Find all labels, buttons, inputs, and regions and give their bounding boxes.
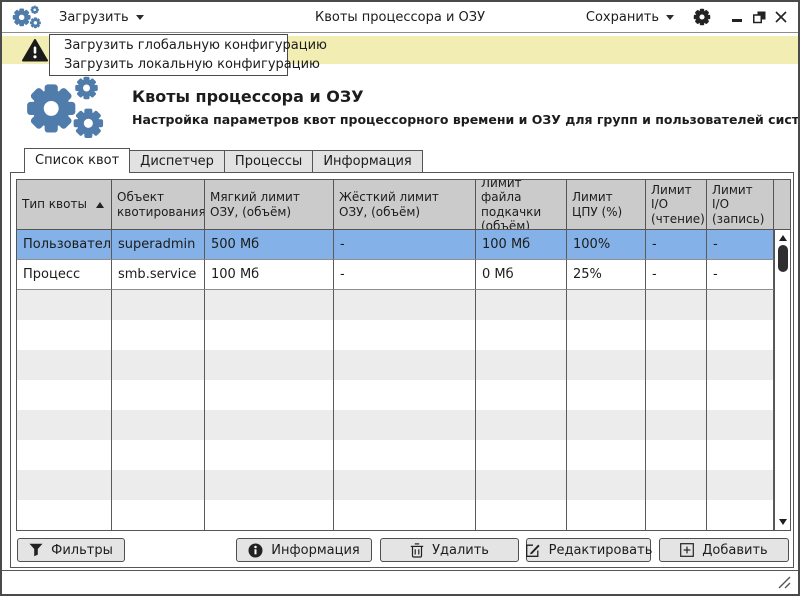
filters-button[interactable]: Фильтры — [17, 538, 125, 562]
trash-icon — [410, 542, 424, 558]
add-button[interactable]: Добавить — [659, 538, 789, 562]
cell-swap: 100 Мб — [476, 230, 567, 260]
cell-soft-ram: 500 Мб — [205, 230, 334, 260]
chevron-down-icon — [666, 14, 674, 20]
sort-ascending-icon — [96, 201, 104, 208]
empty-row — [17, 290, 774, 320]
cell-io-read: - — [646, 260, 707, 290]
scroll-down-button[interactable] — [775, 519, 790, 525]
cell-quota-object: smb.service — [112, 260, 205, 290]
cell-swap: 0 Мб — [476, 260, 567, 290]
page-title: Квоты процессора и ОЗУ — [132, 87, 364, 106]
filter-funnel-icon — [29, 543, 43, 557]
window-title: Квоты процессора и ОЗУ — [314, 10, 486, 25]
delete-button[interactable]: Удалить — [380, 538, 519, 562]
table-body: Пользователь superadmin 500 Мб - 100 Мб … — [17, 230, 790, 530]
information-button[interactable]: Информация — [236, 538, 372, 562]
cell-quota-type: Процесс — [17, 260, 112, 290]
column-header-soft-ram-limit[interactable]: Мягкий лимит ОЗУ, (объём) — [205, 180, 334, 230]
menu-item-load-global-config[interactable]: Загрузить глобальную конфигурацию — [50, 36, 327, 55]
cell-io-read: - — [646, 230, 707, 260]
table-filler — [17, 290, 790, 530]
load-dropdown-menu: Загрузить глобальную конфигурацию Загруз… — [49, 34, 327, 76]
cell-soft-ram: 100 Мб — [205, 260, 334, 290]
tab-bar: Список квот Диспетчер Процессы Информаци… — [24, 148, 423, 173]
column-header-io-write-limit[interactable]: Лимит I/O (запись) — [707, 180, 774, 230]
titlebar: Загрузить Квоты процессора и ОЗУ Сохрани… — [2, 2, 798, 33]
empty-row — [17, 410, 774, 440]
empty-row — [17, 380, 774, 410]
column-header-quota-type[interactable]: Тип квоты — [17, 180, 112, 230]
maximize-button[interactable] — [752, 10, 766, 24]
empty-row — [17, 470, 774, 500]
quota-table: Тип квоты Объект квотирования Мягкий лим… — [16, 179, 791, 531]
cell-io-write: - — [707, 260, 774, 290]
empty-row — [17, 440, 774, 470]
tab-information[interactable]: Информация — [312, 150, 423, 173]
table-header-row: Тип квоты Объект квотирования Мягкий лим… — [17, 180, 790, 230]
settings-gear-icon[interactable] — [693, 8, 711, 26]
scrollbar-header-corner — [774, 180, 790, 230]
load-menu-button[interactable]: Загрузить — [59, 10, 144, 25]
empty-row — [17, 500, 774, 530]
warning-triangle-icon — [22, 38, 48, 61]
app-gears-logo-icon — [12, 5, 43, 29]
app-window: Загрузить Квоты процессора и ОЗУ Сохрани… — [0, 0, 800, 596]
cell-hard-ram: - — [334, 230, 476, 260]
cell-cpu: 25% — [567, 260, 646, 290]
tab-dispatcher[interactable]: Диспетчер — [129, 150, 225, 173]
column-header-quota-object[interactable]: Объект квотирования — [112, 180, 205, 230]
table-row-selected[interactable]: Пользователь superadmin 500 Мб - 100 Мб … — [17, 230, 774, 260]
page-subtitle: Настройка параметров квот процессорного … — [132, 112, 800, 127]
cell-hard-ram: - — [334, 260, 476, 290]
vertical-scrollbar[interactable] — [774, 230, 790, 530]
load-menu-label: Загрузить — [59, 9, 129, 25]
info-circle-icon — [248, 543, 263, 557]
edit-pencil-icon — [525, 544, 540, 557]
chevron-down-icon — [135, 14, 144, 20]
column-header-swap-limit[interactable]: Лимит файла подкачки (объём) — [476, 180, 567, 230]
edit-button[interactable]: Редактировать — [525, 538, 652, 562]
plus-square-icon — [680, 543, 695, 557]
empty-row — [17, 320, 774, 350]
table-row[interactable]: Процесс smb.service 100 Мб - 0 Мб 25% - … — [17, 260, 774, 290]
tab-quota-list[interactable]: Список квот — [24, 148, 131, 173]
status-bar — [2, 570, 798, 594]
menu-item-load-local-config[interactable]: Загрузить локальную конфигурацию — [50, 55, 320, 74]
save-menu-label: Сохранить — [585, 9, 659, 25]
close-button[interactable] — [774, 10, 788, 24]
minimize-button[interactable] — [730, 10, 744, 24]
hexagon-pattern-decoration — [334, 65, 718, 144]
cell-io-write: - — [707, 230, 774, 260]
main-panel: Тип квоты Объект квотирования Мягкий лим… — [10, 172, 794, 568]
column-header-cpu-limit[interactable]: Лимит ЦПУ (%) — [567, 180, 646, 230]
tab-processes[interactable]: Процессы — [223, 150, 314, 173]
resize-grip[interactable] — [776, 575, 791, 589]
cell-quota-type: Пользователь — [17, 230, 112, 260]
save-menu-button[interactable]: Сохранить — [586, 10, 674, 25]
page-header: Квоты процессора и ОЗУ Настройка парамет… — [2, 64, 798, 148]
gears-logo-icon — [25, 75, 109, 140]
column-header-io-read-limit[interactable]: Лимит I/O (чтение) — [646, 180, 707, 230]
column-header-hard-ram-limit[interactable]: Жёсткий лимит ОЗУ, (объём) — [334, 180, 476, 230]
scrollbar-thumb[interactable] — [777, 245, 788, 272]
empty-row — [17, 350, 774, 380]
cell-cpu: 100% — [567, 230, 646, 260]
scroll-up-button[interactable] — [775, 235, 790, 241]
cell-quota-object: superadmin — [112, 230, 205, 260]
